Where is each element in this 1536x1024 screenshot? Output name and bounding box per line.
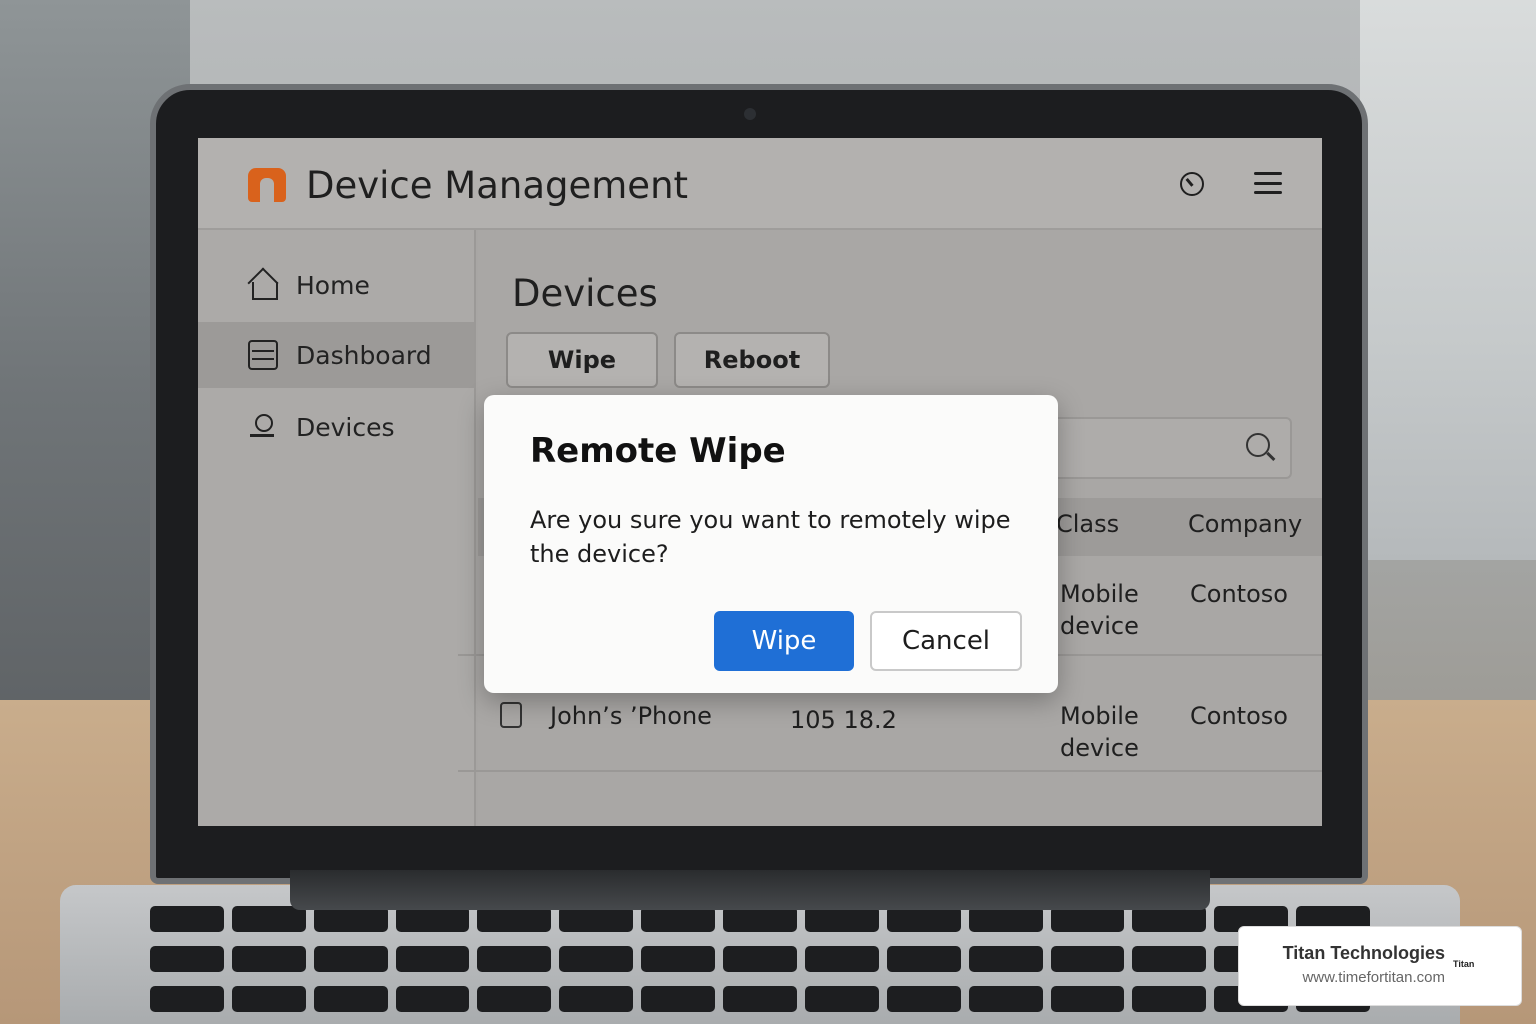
- cancel-button[interactable]: Cancel: [870, 611, 1022, 671]
- row-checkbox[interactable]: [500, 702, 522, 728]
- webcam-icon: [744, 108, 756, 120]
- reboot-button[interactable]: Reboot: [674, 332, 830, 388]
- app-logo-icon: [248, 168, 286, 202]
- cell-class: Mobile device: [1060, 702, 1139, 762]
- cell-company: Contoso: [1190, 580, 1288, 608]
- dialog-message: Are you sure you want to remotely wipe t…: [530, 506, 1011, 568]
- cell-ip-address: 105 18.2: [790, 706, 897, 734]
- background-window: [1360, 0, 1536, 560]
- cell-class: Mobile device: [1060, 580, 1139, 640]
- watermark: Titan Technologies www.timefortitan.com …: [1238, 926, 1522, 1006]
- remote-wipe-dialog: Remote Wipe Are you sure you want to rem…: [484, 395, 1058, 693]
- column-header-class[interactable]: Class: [1056, 510, 1119, 538]
- sidebar-item-label: Home: [296, 270, 370, 300]
- sidebar-item-label: Dashboard: [296, 340, 432, 370]
- laptop-hinge: [290, 870, 1210, 910]
- home-icon: [248, 270, 278, 300]
- hamburger-menu-icon[interactable]: [1254, 172, 1282, 194]
- sidebar: Home Dashboard Devices: [198, 230, 476, 826]
- watermark-company: Titan Technologies: [1282, 943, 1445, 963]
- watermark-logo: Titan: [1453, 959, 1475, 969]
- devices-icon: [248, 412, 278, 442]
- search-icon[interactable]: [1246, 433, 1270, 457]
- cell-device-name: John’s ’Phone: [550, 702, 712, 730]
- laptop-keyboard: [140, 900, 1380, 1024]
- dashboard-icon: [248, 340, 278, 370]
- page-title: Devices: [512, 272, 658, 315]
- confirm-wipe-button[interactable]: Wipe: [714, 611, 854, 671]
- clock-icon[interactable]: [1180, 172, 1204, 196]
- sidebar-item-devices[interactable]: Devices: [198, 394, 474, 460]
- wipe-button[interactable]: Wipe: [506, 332, 658, 388]
- watermark-url: www.timefortitan.com: [1302, 969, 1445, 986]
- dialog-title: Remote Wipe: [530, 431, 786, 471]
- sidebar-item-label: Devices: [296, 412, 395, 442]
- sidebar-item-dashboard[interactable]: Dashboard: [198, 322, 474, 388]
- sidebar-item-home[interactable]: Home: [198, 252, 474, 318]
- column-header-company[interactable]: Company: [1188, 510, 1302, 538]
- app-title: Device Management: [306, 164, 689, 207]
- cell-company: Contoso: [1190, 702, 1288, 730]
- app-header: Device Management: [198, 138, 1322, 230]
- row-divider: [458, 770, 1322, 772]
